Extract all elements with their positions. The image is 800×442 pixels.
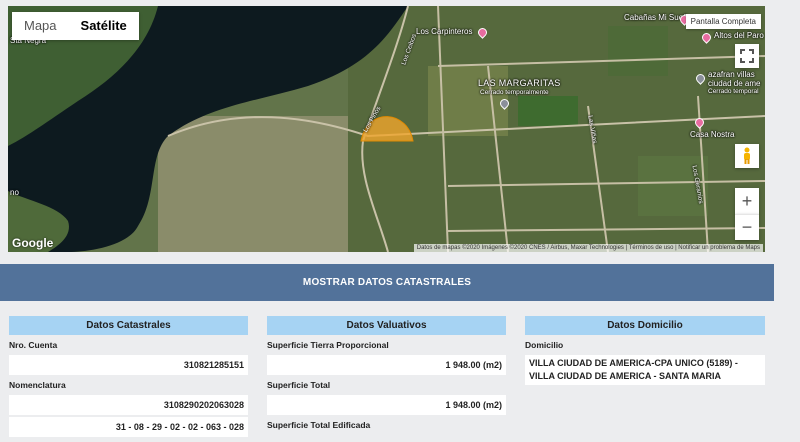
panel-title: Datos Catastrales (9, 316, 248, 335)
map-attribution[interactable]: Datos de mapas ©2020 Imágenes ©2020 CNES… (413, 244, 763, 252)
map-label: no (10, 188, 19, 197)
panel-title: Datos Valuativos (267, 316, 506, 335)
zoom-out-button[interactable]: − (735, 214, 759, 240)
nomenclature-label: Nomenclatura (9, 380, 66, 390)
map-type-map-button[interactable]: Mapa (12, 12, 69, 40)
map-label-las-margaritas: LAS MARGARITAS (478, 78, 561, 88)
account-number-value: 310821285151 (9, 355, 248, 375)
satellite-map[interactable]: Sta Negra no Los Carpinteros Cabañas Mi … (8, 6, 765, 252)
map-type-toggle: Mapa Satélite (12, 12, 139, 40)
address-label: Domicilio (525, 340, 564, 350)
address-value: VILLA CIUDAD DE AMERICA-CPA UNICO (5189)… (525, 355, 765, 385)
total-area-value: 1 948.00 (m2) (267, 395, 506, 415)
map-label-los-carpinteros: Los Carpinteros (416, 27, 473, 36)
google-logo: Google (12, 236, 54, 250)
page: Sta Negra no Los Carpinteros Cabañas Mi … (0, 0, 800, 442)
fullscreen-button[interactable] (735, 44, 759, 68)
map-label-azafran: azafran villas (708, 70, 755, 79)
map-label-cerrado: Cerrado temporalmente (480, 89, 549, 96)
land-area-label: Superficie Tierra Proporcional (267, 340, 389, 350)
fullscreen-tooltip: Pantalla Completa (685, 14, 761, 29)
satellite-imagery (8, 6, 765, 252)
built-area-label: Superficie Total Edificada (267, 420, 371, 430)
panel-title: Datos Domicilio (525, 316, 765, 335)
nomenclature-detail: 31 - 08 - 29 - 02 - 02 - 063 - 028 (9, 417, 248, 437)
show-cadastral-data-button[interactable]: MOSTRAR DATOS CATASTRALES (0, 264, 774, 301)
valuation-data-panel: Datos Valuativos Superficie Tierra Propo… (267, 316, 506, 435)
map-label-ciudad: ciudad de ame (708, 79, 761, 88)
address-data-panel: Datos Domicilio Domicilio VILLA CIUDAD D… (525, 316, 765, 385)
pegman-icon (744, 147, 750, 164)
total-area-label: Superficie Total (267, 380, 331, 390)
nomenclature-value: 310829020206302​8 (9, 395, 248, 415)
map-type-satellite-button[interactable]: Satélite (69, 12, 139, 40)
map-label-altos: Altos del Paro (714, 31, 764, 40)
street-view-button[interactable] (735, 144, 759, 168)
map-label-casa-nostra: Casa Nostra (690, 130, 735, 139)
account-number-label: Nro. Cuenta (9, 340, 58, 350)
map-label-cerrado-2: Cerrado temporal (708, 88, 759, 95)
fullscreen-icon (740, 49, 754, 63)
zoom-in-button[interactable]: + (735, 188, 759, 214)
land-area-value: 1 948.00 (m2) (267, 355, 506, 375)
cadastral-data-panel: Datos Catastrales Nro. Cuenta 3108212851… (9, 316, 248, 437)
